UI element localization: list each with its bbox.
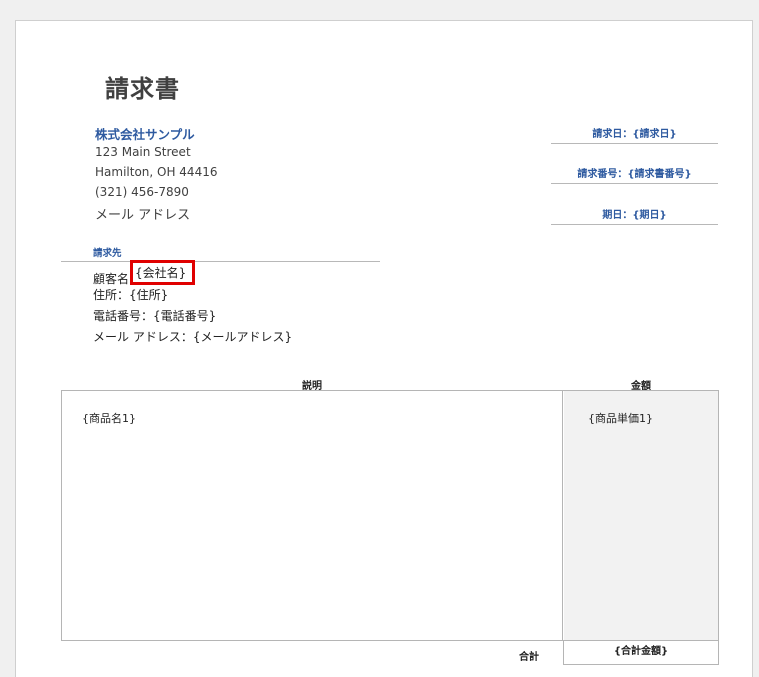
company-name: 株式会社サンプル [95,127,195,142]
description-column: {商品名1} [62,391,563,640]
company-street: 123 Main Street [95,145,191,159]
invoice-page: 請求書 株式会社サンプル 123 Main Street Hamilton, O… [15,20,753,677]
invoice-date: 請求日：{請求日} [551,125,718,144]
total-amount[interactable]: {合計金額} [563,641,719,665]
bill-to-divider [61,261,380,262]
customer-address[interactable]: 住所：{住所} [93,286,168,303]
customer-name-field[interactable]: {会社名} [130,260,196,285]
item-description[interactable]: {商品名1} [82,410,136,426]
company-email: メール アドレス [95,208,191,223]
invoice-due-date: 期日：{期日} [551,206,718,225]
total-label: 合計 [519,652,539,663]
bill-to-heading: 請求先 [93,248,122,259]
invoice-title: 請求書 [105,75,180,103]
company-city: Hamilton, OH 44416 [95,165,218,179]
customer-phone[interactable]: 電話番号：{電話番号} [93,307,216,324]
customer-name-label: 顧客名 [93,272,130,286]
amount-column: {商品単価1} [564,391,718,640]
item-amount[interactable]: {商品単価1} [588,410,653,426]
customer-email[interactable]: メール アドレス：{メールアドレス} [93,328,292,345]
items-table: {商品名1} {商品単価1} [61,390,719,641]
company-phone: (321) 456-7890 [95,185,189,199]
invoice-number: 請求番号：{請求書番号} [551,165,718,184]
